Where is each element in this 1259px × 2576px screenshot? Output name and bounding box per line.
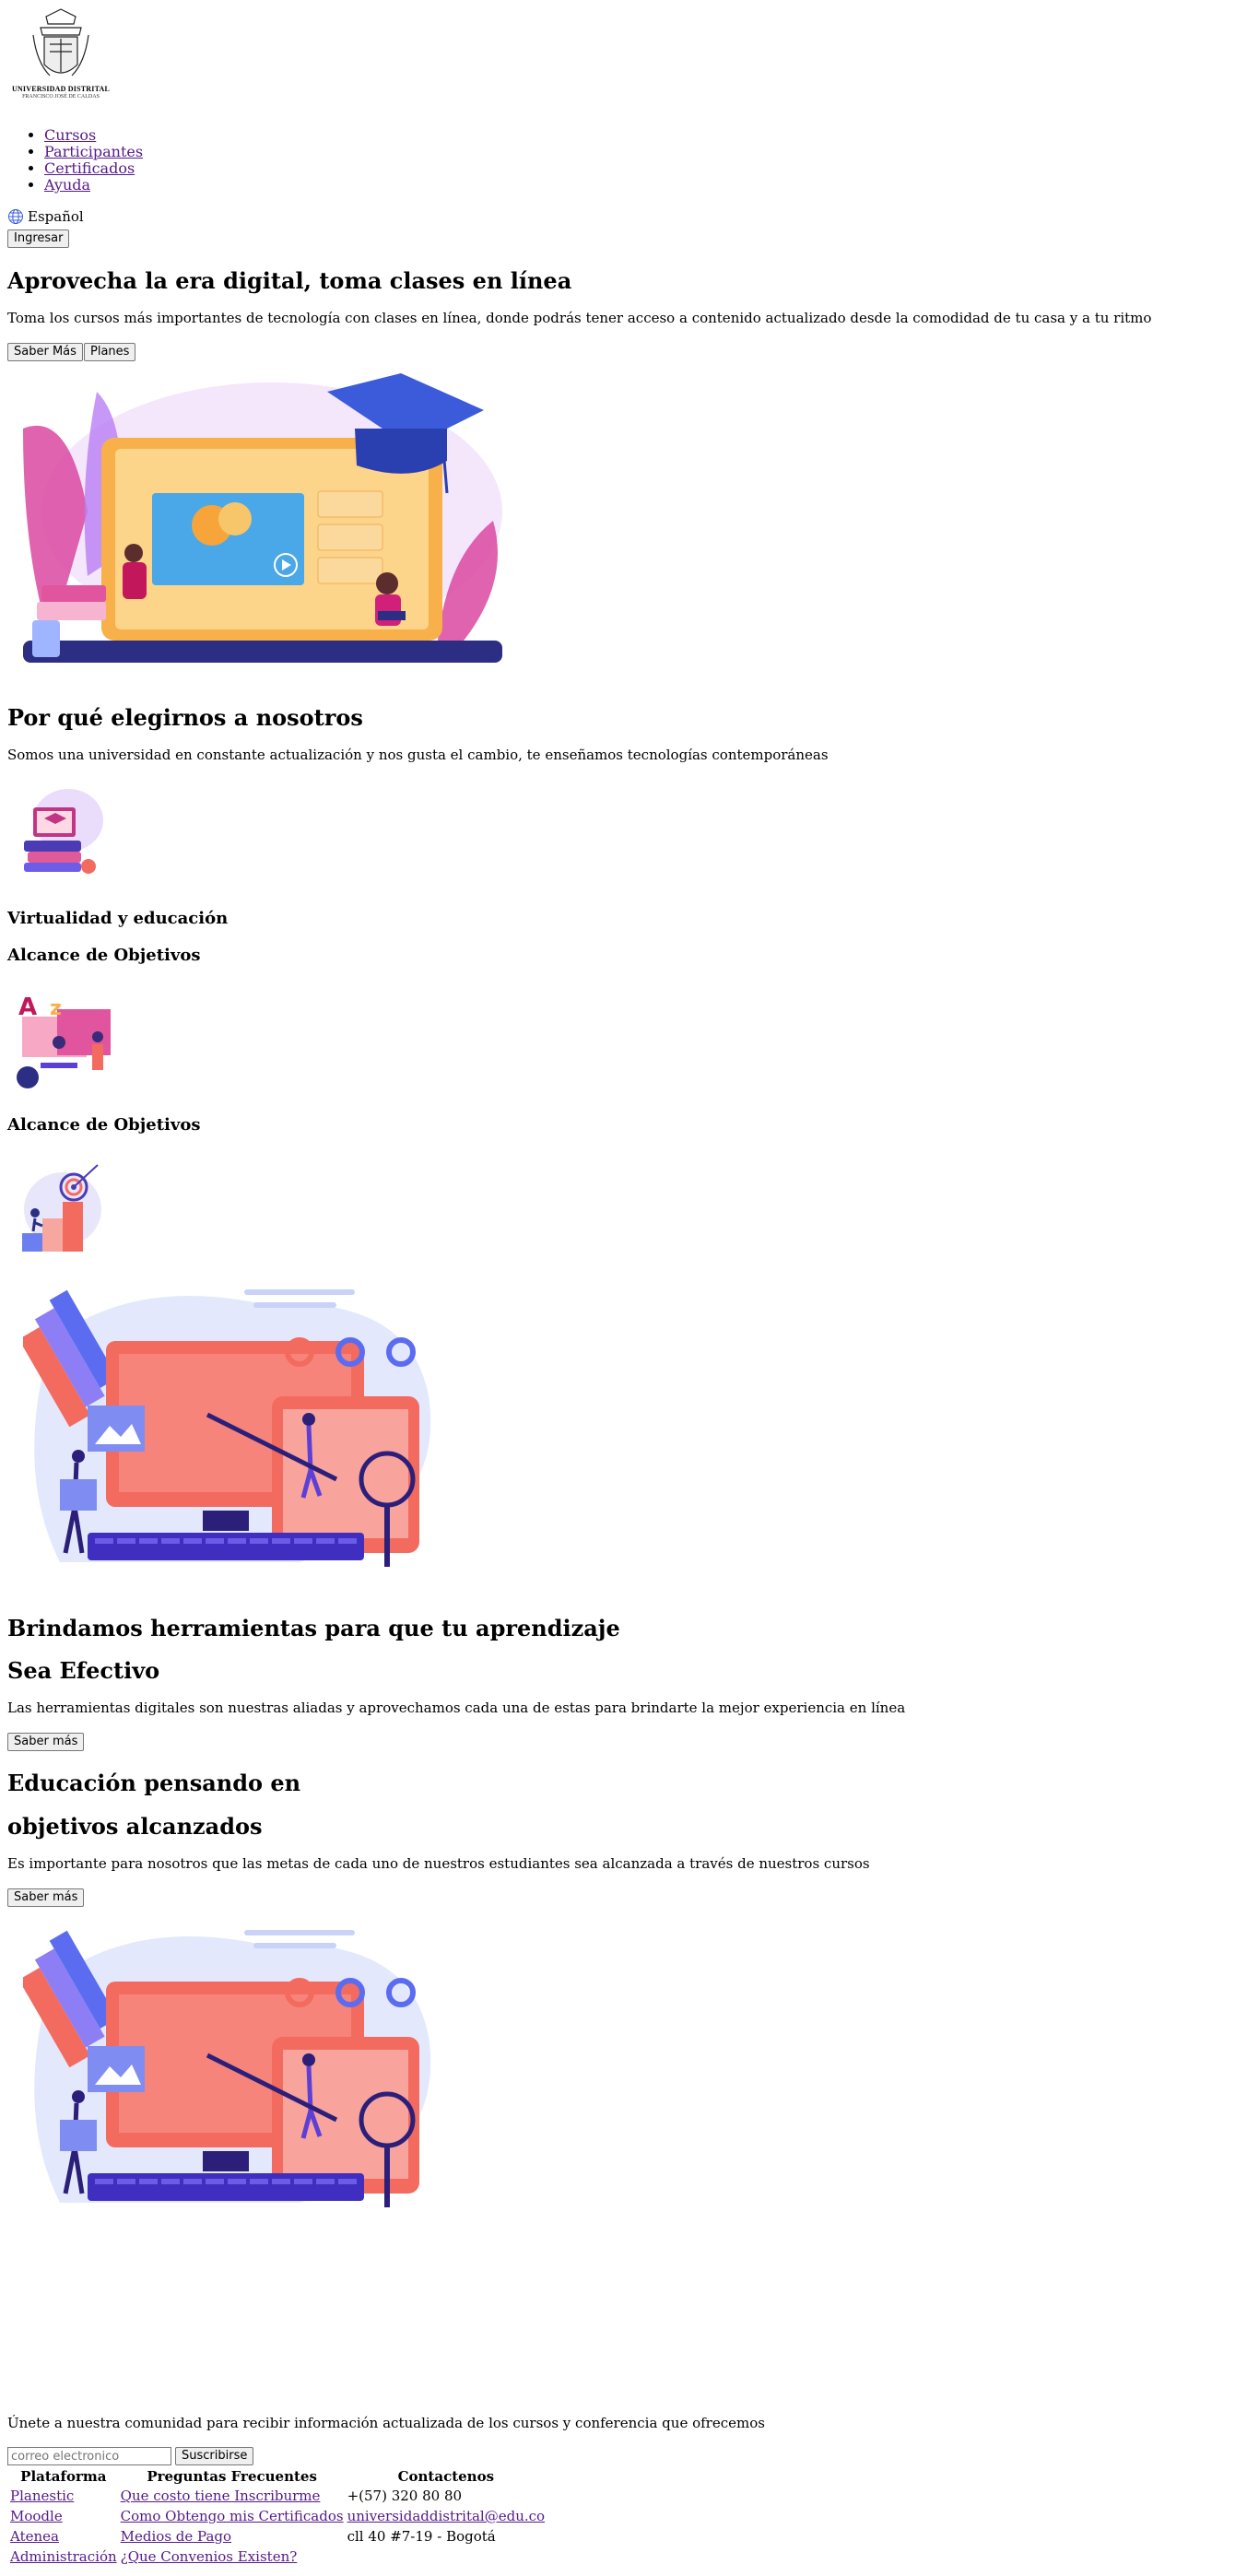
newsletter-text: Únete a nuestra comunidad para recibir i… (7, 2415, 765, 2431)
nav-item-participantes: Participantes (44, 144, 143, 160)
language-selector[interactable]: Español (7, 208, 84, 225)
footer-empty-cell (347, 2547, 546, 2566)
university-logo[interactable]: UNIVERSIDAD DISTRITAL FRANCISCO JOSÉ DE … (9, 7, 112, 103)
education-text: Es importante para nosotros que las meta… (7, 1855, 870, 1872)
why-text: Somos una universidad en constante actua… (7, 747, 829, 763)
feature-title-3: Alcance de Objetivos (7, 1115, 201, 1135)
nav-link-cursos[interactable]: Cursos (44, 126, 96, 144)
logo-line-1: UNIVERSIDAD DISTRITAL (11, 85, 111, 93)
contact-email[interactable]: universidaddistrital@edu.co (347, 2508, 545, 2524)
digital-tools-illustration-2 (23, 1930, 431, 2207)
education-more-button[interactable]: Saber más (7, 1888, 85, 1907)
footer-link-atenea[interactable]: Atenea (10, 2528, 59, 2545)
language-label: Español (28, 208, 84, 225)
table-row: Planestic Que costo tiene Inscriburme +(… (9, 2487, 546, 2505)
nav-item-ayuda: Ayuda (44, 177, 143, 194)
footer-link-administracion[interactable]: Administración (10, 2548, 117, 2565)
svg-text:A: A (18, 994, 37, 1021)
feature-title-2: Alcance de Objetivos (7, 946, 201, 965)
tools-title-line1: Brindamos herramientas para que tu apren… (7, 1615, 620, 1641)
education-title-line1: Educación pensando en (7, 1770, 301, 1796)
table-row: Atenea Medios de Pago cll 40 #7-19 - Bog… (9, 2527, 546, 2546)
contact-phone: +(57) 320 80 80 (347, 2488, 463, 2504)
alphabet-class-icon: A z (17, 994, 111, 1088)
table-row: Administración ¿Que Convenios Existen? (9, 2547, 546, 2566)
nav-link-participantes[interactable]: Participantes (44, 143, 143, 160)
footer-link-faq-certificates[interactable]: Como Obtengo mis Certificados (121, 2508, 344, 2524)
hero-more-button[interactable]: Saber Más (7, 343, 83, 361)
footer-header-row: Plataforma Preguntas Frecuentes Contacte… (9, 2468, 546, 2485)
hero-subtitle: Toma los cursos más importantes de tecno… (7, 310, 1152, 326)
tools-more-button[interactable]: Saber más (7, 1733, 85, 1751)
hero-title: Aprovecha la era digital, toma clases en… (7, 267, 572, 294)
digital-tools-illustration-1 (23, 1289, 431, 1567)
tools-text: Las herramientas digitales son nuestras … (7, 1700, 906, 1716)
education-title-line2: objetivos alcanzados (7, 1813, 263, 1840)
email-input[interactable] (7, 2447, 171, 2465)
footer-link-moodle[interactable]: Moodle (10, 2508, 63, 2524)
footer-header-contact: Contactenos (397, 2468, 495, 2485)
footer-header-platform: Plataforma (20, 2468, 107, 2485)
footer-link-faq-agreements[interactable]: ¿Que Convenios Existen? (121, 2548, 298, 2565)
main-nav: Cursos Participantes Certificados Ayuda (26, 127, 143, 194)
footer-table: Plataforma Preguntas Frecuentes Contacte… (7, 2466, 547, 2568)
books-laptop-icon (24, 789, 103, 874)
contact-address: cll 40 #7-19 - Bogotá (347, 2528, 496, 2545)
why-title: Por qué elegirnos a nosotros (7, 704, 363, 731)
footer-link-planestic[interactable]: Planestic (10, 2488, 74, 2504)
nav-link-certificados[interactable]: Certificados (44, 159, 135, 177)
globe-icon (8, 209, 23, 224)
online-class-illustration (23, 373, 502, 663)
footer-link-faq-payment[interactable]: Medios de Pago (121, 2528, 231, 2545)
footer-link-faq-cost[interactable]: Que costo tiene Inscriburme (121, 2488, 321, 2504)
logo-line-2: FRANCISCO JOSÉ DE CALDAS (22, 94, 100, 100)
svg-text:z: z (50, 997, 62, 1020)
nav-link-ayuda[interactable]: Ayuda (44, 176, 90, 194)
footer-header-faq: Preguntas Frecuentes (147, 2468, 317, 2485)
nav-item-certificados: Certificados (44, 160, 143, 177)
feature-title-1: Virtualidad y educación (7, 909, 229, 928)
tools-title-line2: Sea Efectivo (7, 1657, 160, 1684)
hero-plans-button[interactable]: Planes (84, 343, 136, 361)
nav-item-cursos: Cursos (44, 127, 143, 144)
table-row: Moodle Como Obtengo mis Certificados uni… (9, 2507, 546, 2525)
login-button[interactable]: Ingresar (7, 229, 70, 248)
subscribe-button[interactable]: Suscribirse (175, 2447, 254, 2465)
goal-target-icon (22, 1164, 101, 1252)
